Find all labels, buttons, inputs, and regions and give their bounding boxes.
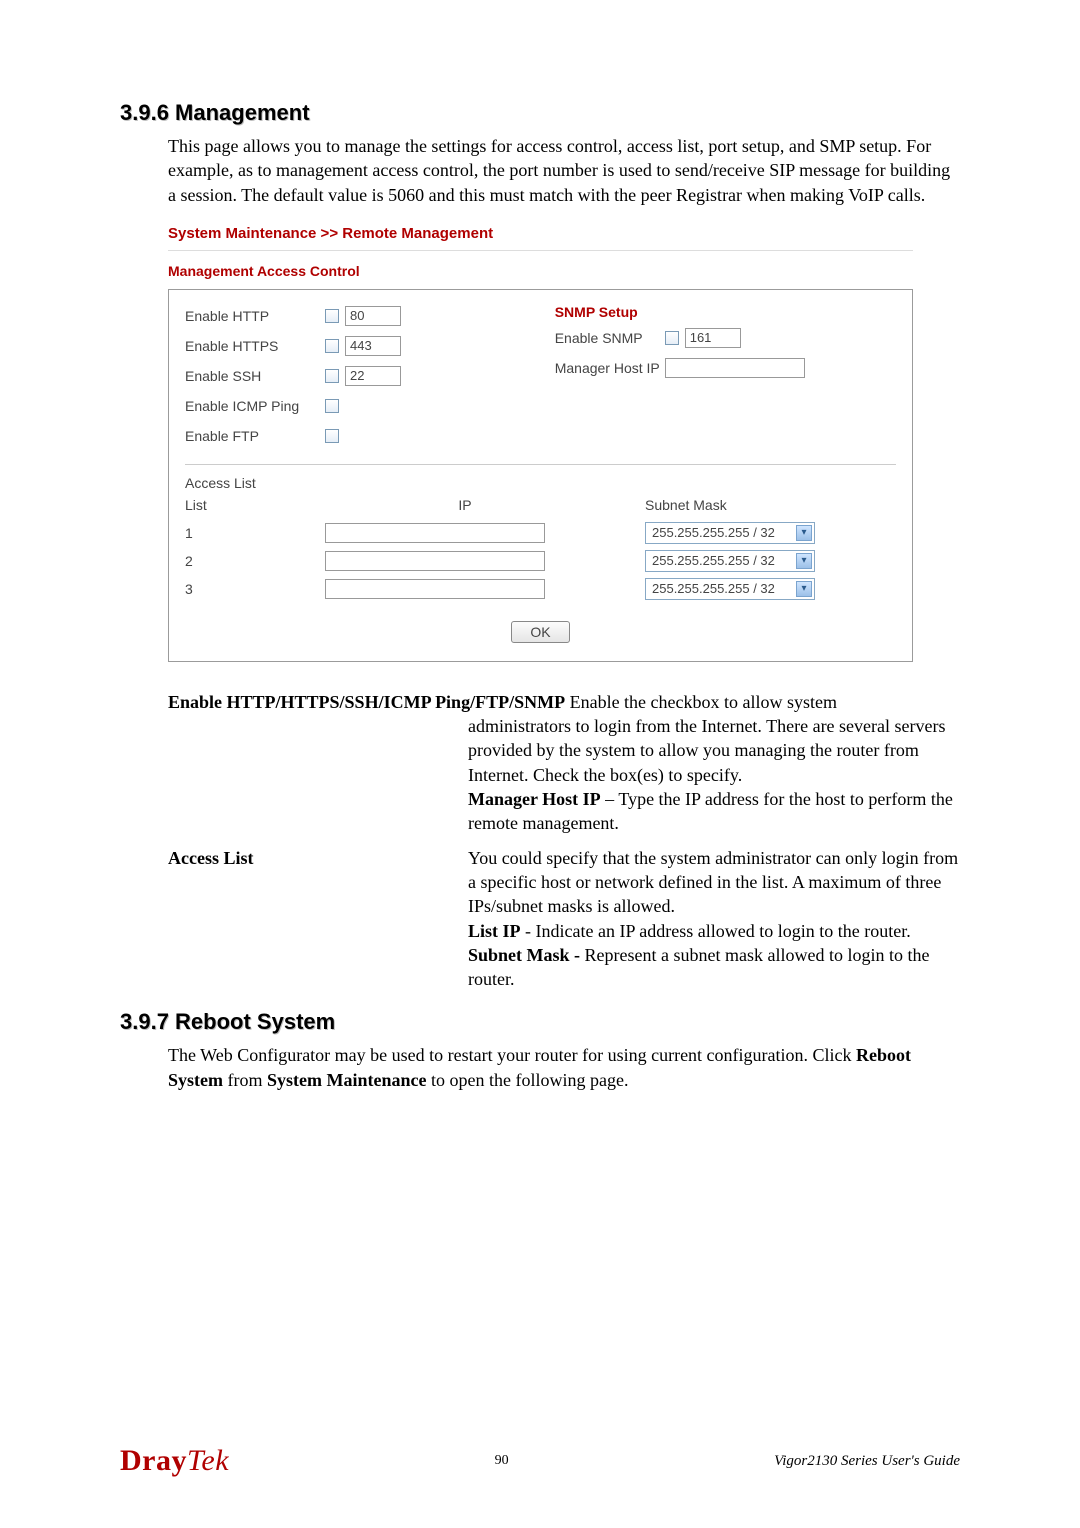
enable-https-checkbox[interactable] xyxy=(325,339,339,353)
def-enable-body: administrators to login from the Interne… xyxy=(468,716,946,785)
ssh-port-input[interactable]: 22 xyxy=(345,366,401,386)
enable-snmp-checkbox[interactable] xyxy=(665,331,679,345)
enable-ftp-checkbox[interactable] xyxy=(325,429,339,443)
panel-title: Management Access Control xyxy=(168,261,913,289)
chevron-down-icon: ▾ xyxy=(796,525,812,541)
def-access-body: You could specify that the system admini… xyxy=(468,848,958,917)
enable-snmp-row: Enable SNMP 161 xyxy=(555,326,896,350)
remote-management-screenshot: System Maintenance >> Remote Management … xyxy=(168,221,913,662)
logo-tek: Tek xyxy=(187,1444,229,1477)
manager-host-label: Manager Host IP xyxy=(555,360,665,376)
breadcrumb: System Maintenance >> Remote Management xyxy=(168,221,913,250)
right-column: SNMP Setup Enable SNMP 161 Manager Host … xyxy=(555,304,896,454)
snmp-port-input[interactable]: 161 xyxy=(685,328,741,348)
left-column: Enable HTTP 80 Enable HTTPS 443 Enable S… xyxy=(185,304,555,454)
enable-icmp-row: Enable ICMP Ping xyxy=(185,394,555,418)
snmp-setup-title: SNMP Setup xyxy=(555,304,896,320)
chevron-down-icon: ▾ xyxy=(796,581,812,597)
list-ip-1-input[interactable] xyxy=(325,523,545,543)
def-access-term: Access List xyxy=(168,846,468,992)
divider xyxy=(168,250,913,251)
list-ip-2-input[interactable] xyxy=(325,551,545,571)
enable-http-label: Enable HTTP xyxy=(185,308,325,324)
definitions: Enable HTTP/HTTPS/SSH/ICMP Ping/FTP/SNMP… xyxy=(168,690,960,992)
chevron-down-icon: ▾ xyxy=(796,553,812,569)
manager-host-row: Manager Host IP xyxy=(555,356,896,380)
enable-snmp-label: Enable SNMP xyxy=(555,330,665,346)
enable-ssh-label: Enable SSH xyxy=(185,368,325,384)
enable-https-row: Enable HTTPS 443 xyxy=(185,334,555,358)
def-enable-term: Enable HTTP/HTTPS/SSH/ICMP Ping/FTP/SNMP xyxy=(168,692,565,712)
subnet-mask-1-value: 255.255.255.255 / 32 xyxy=(652,525,796,540)
section-heading-management: 3.9.6 Management xyxy=(120,100,960,126)
page-number: 90 xyxy=(229,1453,774,1469)
def-listip-bold: List IP xyxy=(468,921,521,941)
def-subnet-bold: Subnet Mask - xyxy=(468,945,585,965)
logo-dray: Dray xyxy=(120,1444,187,1477)
enable-icmp-checkbox[interactable] xyxy=(325,399,339,413)
list-row-1-idx: 1 xyxy=(185,519,325,547)
reboot-intro-prefix: The Web Configurator may be used to rest… xyxy=(168,1045,856,1065)
ok-button[interactable]: OK xyxy=(511,621,569,643)
enable-http-checkbox[interactable] xyxy=(325,309,339,323)
reboot-intro-b2: System Maintenance xyxy=(267,1070,426,1090)
ip-header: IP xyxy=(325,491,605,519)
reboot-intro: The Web Configurator may be used to rest… xyxy=(168,1043,960,1092)
http-port-input[interactable]: 80 xyxy=(345,306,401,326)
enable-http-row: Enable HTTP 80 xyxy=(185,304,555,328)
page-footer: DrayTek 90 Vigor2130 Series User's Guide xyxy=(0,1444,1080,1478)
enable-icmp-label: Enable ICMP Ping xyxy=(185,398,325,414)
list-row-2-idx: 2 xyxy=(185,547,325,575)
enable-ssh-row: Enable SSH 22 xyxy=(185,364,555,388)
panel-divider xyxy=(185,464,896,465)
draytek-logo: DrayTek xyxy=(120,1444,229,1478)
guide-name: Vigor2130 Series User's Guide xyxy=(774,1453,960,1470)
subnet-mask-2-value: 255.255.255.255 / 32 xyxy=(652,553,796,568)
manager-host-input[interactable] xyxy=(665,358,805,378)
list-header: List xyxy=(185,491,325,519)
def-mhip-bold: Manager Host IP xyxy=(468,789,601,809)
reboot-intro-suffix: to open the following page. xyxy=(426,1070,628,1090)
https-port-input[interactable]: 443 xyxy=(345,336,401,356)
list-ip-3-input[interactable] xyxy=(325,579,545,599)
subnet-mask-3-select[interactable]: 255.255.255.255 / 32 ▾ xyxy=(645,578,815,600)
enable-ssh-checkbox[interactable] xyxy=(325,369,339,383)
management-panel: Enable HTTP 80 Enable HTTPS 443 Enable S… xyxy=(168,289,913,662)
list-row-3-idx: 3 xyxy=(185,575,325,603)
def-listip-text: - Indicate an IP address allowed to logi… xyxy=(521,921,911,941)
access-list-section: Access List List 1 2 3 IP xyxy=(185,475,896,603)
enable-ftp-row: Enable FTP xyxy=(185,424,555,448)
enable-https-label: Enable HTTPS xyxy=(185,338,325,354)
access-list-label: Access List xyxy=(185,475,896,491)
def-enable-lead: Enable the checkbox to allow system xyxy=(565,692,837,712)
subnet-mask-3-value: 255.255.255.255 / 32 xyxy=(652,581,796,596)
subnet-mask-header: Subnet Mask xyxy=(645,491,845,519)
subnet-mask-2-select[interactable]: 255.255.255.255 / 32 ▾ xyxy=(645,550,815,572)
section-heading-reboot: 3.9.7 Reboot System xyxy=(120,1009,960,1035)
management-intro: This page allows you to manage the setti… xyxy=(168,134,960,207)
reboot-intro-mid: from xyxy=(223,1070,267,1090)
subnet-mask-1-select[interactable]: 255.255.255.255 / 32 ▾ xyxy=(645,522,815,544)
enable-ftp-label: Enable FTP xyxy=(185,428,325,444)
